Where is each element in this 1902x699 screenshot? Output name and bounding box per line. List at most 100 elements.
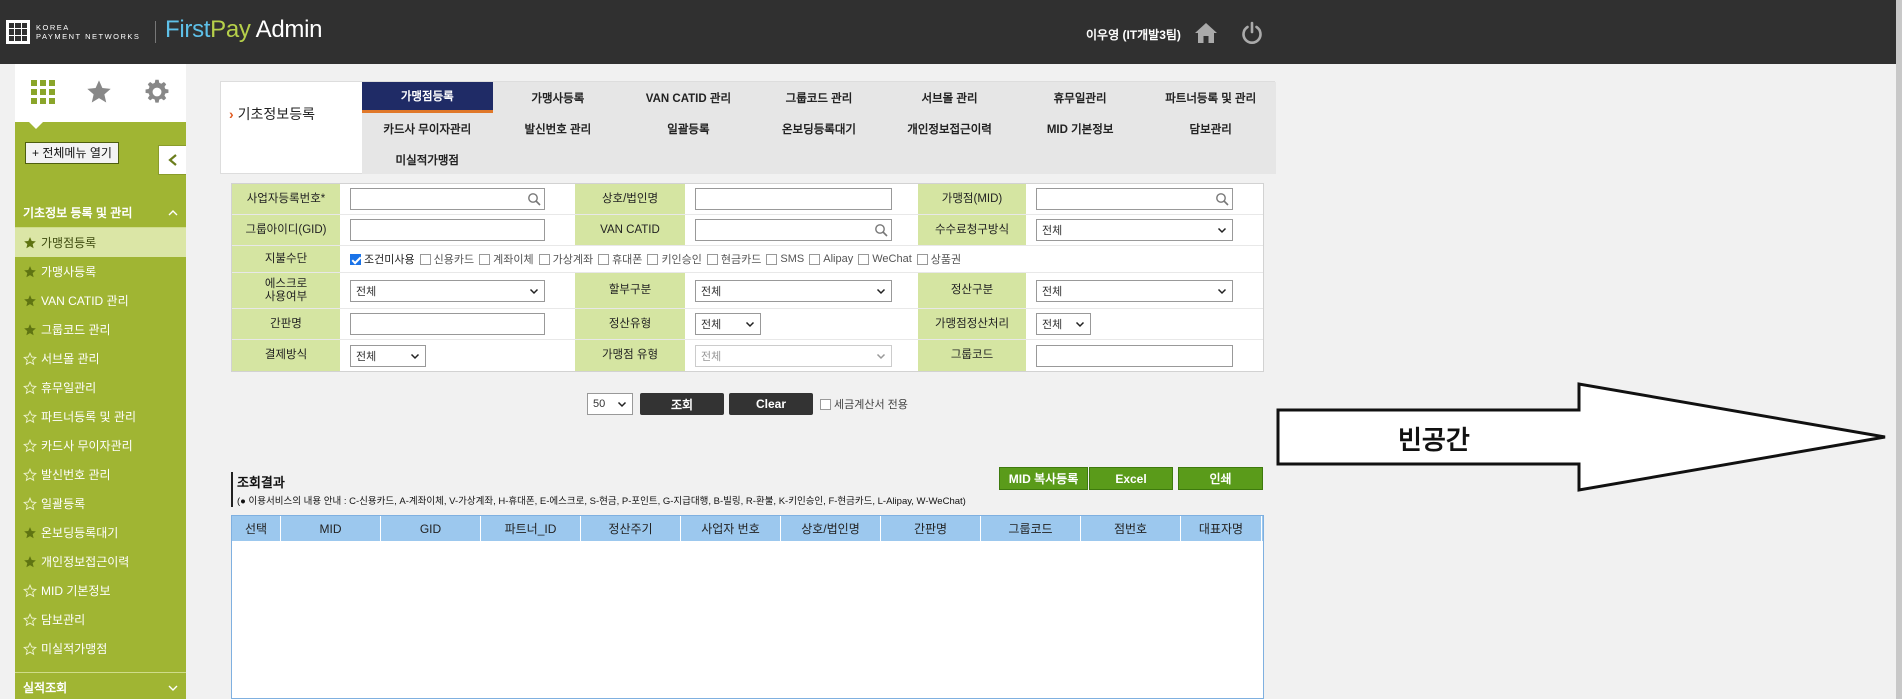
sidebar-item[interactable]: 가맹사등록 [15,257,186,286]
pay-method-checkbox[interactable]: WeChat [858,253,912,265]
star-outline-icon[interactable] [23,467,37,482]
pay-method-checkbox[interactable]: 조건미사용 [350,251,415,267]
tab-item[interactable]: 일괄등록 [623,113,754,144]
star-filled-icon[interactable] [23,555,37,569]
mid-copy-register-button[interactable]: MID 복사등록 [999,467,1088,490]
vertical-scrollbar[interactable] [1896,0,1902,699]
tax-invoice-checkbox[interactable]: 세금계산서 전용 [820,396,908,412]
mid-input[interactable] [1036,188,1233,210]
pay-method-checkbox[interactable]: 상품권 [916,251,961,267]
star-filled-icon[interactable] [23,323,37,337]
catid-input[interactable] [695,219,892,241]
settings-gear-icon[interactable] [143,78,171,109]
tab-item[interactable]: 파트너등록 및 관리 [1145,82,1276,113]
tab-item[interactable]: MID 기본정보 [1015,113,1146,144]
star-outline-icon[interactable] [23,641,37,656]
tab-item[interactable]: 가맹점등록 [362,82,493,113]
tab-item[interactable]: 그룹코드 관리 [754,82,885,113]
tab-item[interactable]: 개인정보접근이력 [884,113,1015,144]
checkbox-box[interactable] [538,253,550,265]
tax-invoice-box[interactable] [820,398,831,410]
pay-method-checkbox[interactable]: 휴대폰 [598,251,642,267]
star-outline-icon[interactable] [23,583,37,598]
sidebar-item[interactable]: 카드사 무이자관리 [15,431,186,460]
tab-item[interactable]: 휴무일관리 [1015,82,1146,113]
star-outline-icon[interactable] [23,438,37,453]
search-button[interactable]: 조회 [640,393,724,415]
grid-column-header[interactable]: MID [281,516,381,541]
sidebar-item[interactable]: 미실적가맹점 [15,634,186,663]
sidebar-item[interactable]: 담보관리 [15,605,186,634]
checkbox-box[interactable] [809,253,821,265]
tab-item[interactable]: 담보관리 [1145,113,1276,144]
search-icon[interactable] [527,192,541,206]
grid-column-header[interactable]: GID [381,516,481,541]
grid-column-header[interactable]: 상호/법인명 [781,516,881,541]
tab-item[interactable]: VAN CATID 관리 [623,82,754,113]
checkbox-box[interactable] [350,253,361,265]
star-outline-icon[interactable] [23,496,37,511]
checkbox-box[interactable] [647,253,659,265]
sidebar-item[interactable]: 그룹코드 관리 [15,315,186,344]
sidebar-item[interactable]: VAN CATID 관리 [15,286,186,315]
settle-type-select[interactable]: 전체 [695,313,761,335]
open-all-menu-button[interactable]: + 전체메뉴 열기 [25,142,119,164]
sidebar-item[interactable]: 온보딩등록대기 [15,518,186,547]
sidebar-section-basic-info[interactable]: 기초정보 등록 및 관리 [15,198,186,228]
star-filled-icon[interactable] [23,526,37,540]
fee-method-select[interactable]: 전체 [1036,219,1233,241]
signboard-input[interactable] [350,313,545,335]
sidebar-section-performance[interactable]: 실적조회 [15,672,186,699]
sidebar-item[interactable]: MID 기본정보 [15,576,186,605]
company-name-input[interactable] [695,188,892,210]
tab-item[interactable]: 발신번호 관리 [493,113,624,144]
tab-item[interactable]: 서브몰 관리 [884,82,1015,113]
star-outline-icon[interactable] [23,351,37,366]
checkbox-box[interactable] [706,253,718,265]
page-size-select[interactable]: 50 [587,393,633,415]
star-outline-icon[interactable] [23,612,37,627]
kpn-logo[interactable]: KOREA PAYMENT NETWORKS [6,20,140,44]
search-icon[interactable] [1215,192,1229,206]
grid-column-header[interactable]: 정산주기 [581,516,681,541]
group-code-input[interactable] [1036,344,1233,367]
grid-column-header[interactable]: 그룹코드 [981,516,1081,541]
pay-method-checkbox[interactable]: Alipay [809,253,853,265]
checkbox-box[interactable] [598,253,610,265]
checkbox-box[interactable] [766,253,778,265]
checkbox-box[interactable] [858,253,870,265]
home-icon[interactable] [1193,20,1219,46]
favorites-star-icon[interactable] [85,78,113,109]
sidebar-item[interactable]: 발신번호 관리 [15,460,186,489]
installment-select[interactable]: 전체 [695,279,892,302]
tab-item[interactable]: 미실적가맹점 [362,144,493,175]
star-filled-icon[interactable] [23,294,37,308]
power-icon[interactable] [1239,20,1265,46]
grid-column-header[interactable]: 대표자명 [1181,516,1262,541]
grid-column-header[interactable]: 점번호 [1081,516,1181,541]
grid-column-header[interactable]: 선택 [232,516,281,541]
sidebar-item[interactable]: 일괄등록 [15,489,186,518]
checkbox-box[interactable] [419,253,431,265]
pay-method-checkbox[interactable]: 키인승인 [647,251,702,267]
checkbox-box[interactable] [916,253,928,265]
star-outline-icon[interactable] [23,409,37,424]
gid-input[interactable] [350,219,545,241]
settle-div-select[interactable]: 전체 [1036,279,1233,302]
checkbox-box[interactable] [479,253,491,265]
clear-button[interactable]: Clear [729,393,813,415]
payment-type-select[interactable]: 전체 [350,344,426,367]
tab-item[interactable]: 온보딩등록대기 [754,113,885,144]
star-filled-icon[interactable] [23,265,37,279]
pay-method-checkbox[interactable]: 계좌이체 [479,251,534,267]
sidebar-item[interactable]: 서브몰 관리 [15,344,186,373]
grid-menu-icon[interactable] [30,79,56,108]
escrow-select[interactable]: 전체 [350,279,545,302]
grid-column-header[interactable]: 사업자 번호 [681,516,781,541]
biz-no-input[interactable] [350,188,545,210]
search-icon[interactable] [874,223,888,237]
sidebar-item[interactable]: 개인정보접근이력 [15,547,186,576]
brand-title[interactable]: FirstPay Admin [165,16,323,44]
tab-item[interactable]: 가맹사등록 [493,82,624,113]
tab-item[interactable]: 카드사 무이자관리 [362,113,493,144]
